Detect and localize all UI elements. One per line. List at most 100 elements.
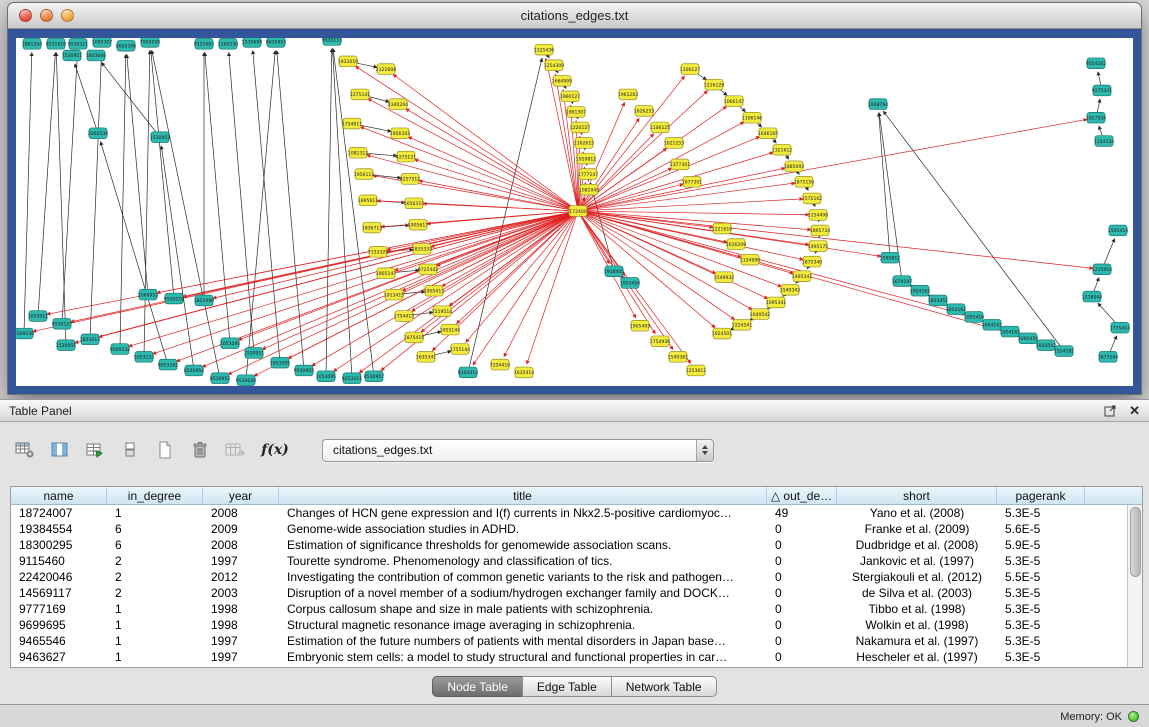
citation-edge[interactable] xyxy=(229,53,254,353)
graph-node[interactable] xyxy=(219,38,237,49)
graph-node[interactable] xyxy=(767,297,785,308)
graph-node[interactable] xyxy=(111,344,129,355)
graph-node[interactable] xyxy=(965,312,983,323)
hub-graph-node[interactable] xyxy=(569,206,587,217)
graph-node[interactable] xyxy=(1001,326,1019,337)
column-header-1[interactable]: in_degree xyxy=(107,487,203,504)
table-row[interactable]: 1938455462009Genome-wide association stu… xyxy=(11,521,1142,537)
hub-citation-edge[interactable] xyxy=(213,211,578,298)
graph-node[interactable] xyxy=(651,336,669,347)
graph-node[interactable] xyxy=(195,38,213,49)
graph-node[interactable] xyxy=(117,40,135,51)
graph-node[interactable] xyxy=(669,351,687,362)
graph-node[interactable] xyxy=(705,79,723,90)
graph-node[interactable] xyxy=(271,357,289,368)
graph-node[interactable] xyxy=(451,344,469,355)
graph-node[interactable] xyxy=(785,161,803,172)
graph-node[interactable] xyxy=(57,340,75,351)
graph-node[interactable] xyxy=(759,128,777,139)
graph-node[interactable] xyxy=(687,365,705,376)
hub-citation-edge[interactable] xyxy=(367,155,578,211)
graph-node[interactable] xyxy=(1095,136,1113,147)
graph-node[interactable] xyxy=(515,367,533,378)
column-header-5[interactable]: short xyxy=(837,487,997,504)
graph-node[interactable] xyxy=(245,348,263,359)
graph-node[interactable] xyxy=(1099,351,1117,362)
hub-citation-edge[interactable] xyxy=(578,211,809,215)
graph-node[interactable] xyxy=(81,334,99,345)
graph-node[interactable] xyxy=(53,318,71,329)
graph-node[interactable] xyxy=(751,309,769,320)
tab-node-table[interactable]: Node Table xyxy=(432,676,523,697)
column-header-0[interactable]: name xyxy=(11,487,107,504)
graph-node[interactable] xyxy=(1087,112,1105,123)
graph-node[interactable] xyxy=(365,371,383,382)
graph-node[interactable] xyxy=(243,38,261,47)
graph-node[interactable] xyxy=(809,210,827,221)
graph-node[interactable] xyxy=(405,332,423,343)
graph-node[interactable] xyxy=(795,177,813,188)
graph-node[interactable] xyxy=(267,38,285,47)
graph-node[interactable] xyxy=(733,319,751,330)
graph-node[interactable] xyxy=(881,252,899,263)
graph-node[interactable] xyxy=(69,38,87,49)
citation-edge[interactable] xyxy=(151,51,174,299)
graph-node[interactable] xyxy=(323,38,341,45)
graph-node[interactable] xyxy=(571,122,589,133)
hub-citation-edge[interactable] xyxy=(406,109,578,211)
graph-node[interactable] xyxy=(809,241,827,252)
hub-citation-edge[interactable] xyxy=(312,211,578,366)
function-builder-button[interactable]: f(x) xyxy=(259,439,291,461)
graph-node[interactable] xyxy=(343,373,361,384)
graph-node[interactable] xyxy=(377,268,395,279)
graph-node[interactable] xyxy=(580,184,598,195)
graph-node[interactable] xyxy=(1093,264,1111,275)
graph-node[interactable] xyxy=(1055,346,1073,357)
graph-node[interactable] xyxy=(635,106,653,117)
graph-node[interactable] xyxy=(553,75,571,86)
graph-node[interactable] xyxy=(139,289,157,300)
graph-node[interactable] xyxy=(605,266,623,277)
graph-node[interactable] xyxy=(221,338,239,349)
import-table-button[interactable] xyxy=(224,439,246,461)
hub-citation-edge[interactable] xyxy=(355,66,578,211)
graph-node[interactable] xyxy=(389,99,407,110)
table-row[interactable]: 1830029562008Estimation of significance … xyxy=(11,537,1142,553)
citation-edge[interactable] xyxy=(90,51,102,340)
hub-citation-edge[interactable] xyxy=(578,168,785,211)
graph-node[interactable] xyxy=(397,151,415,162)
graph-node[interactable] xyxy=(237,375,255,386)
table-selector-dropdown[interactable]: citations_edges.txt xyxy=(322,439,714,462)
window-titlebar[interactable]: citations_edges.txt xyxy=(8,3,1141,29)
graph-node[interactable] xyxy=(619,89,637,100)
tab-edge-table[interactable]: Edge Table xyxy=(522,676,612,697)
graph-node[interactable] xyxy=(715,272,733,283)
table-row[interactable]: 946362711997Embryonic stem cells: a mode… xyxy=(11,649,1142,665)
graph-node[interactable] xyxy=(385,289,403,300)
graph-node[interactable] xyxy=(1019,333,1037,344)
zoom-window-button[interactable] xyxy=(61,9,74,22)
graph-node[interactable] xyxy=(417,351,435,362)
close-panel-icon[interactable]: ✕ xyxy=(1129,404,1140,417)
graph-node[interactable] xyxy=(16,328,33,339)
table-row[interactable]: 911546021997Tourette syndrome. Phenomeno… xyxy=(11,553,1142,569)
graph-node[interactable] xyxy=(89,128,107,139)
graph-node[interactable] xyxy=(377,64,395,75)
table-row[interactable]: 946554611997Estimation of the future num… xyxy=(11,633,1142,649)
graph-node[interactable] xyxy=(151,132,169,143)
citation-edge[interactable] xyxy=(161,146,194,371)
graph-node[interactable] xyxy=(713,328,731,339)
graph-node[interactable] xyxy=(433,306,451,317)
graph-node[interactable] xyxy=(391,128,409,139)
hub-citation-edge[interactable] xyxy=(129,211,578,346)
graph-node[interactable] xyxy=(409,219,427,230)
graph-node[interactable] xyxy=(793,271,811,282)
column-header-4[interactable]: △ out_de… xyxy=(767,487,837,504)
hub-citation-edge[interactable] xyxy=(578,122,744,211)
graph-node[interactable] xyxy=(195,295,213,306)
graph-node[interactable] xyxy=(743,112,761,123)
table-row[interactable]: 2242004622012Investigating the contribut… xyxy=(11,569,1142,585)
select-all-button[interactable] xyxy=(84,439,106,461)
graph-node[interactable] xyxy=(459,367,477,378)
graph-node[interactable] xyxy=(1087,58,1105,69)
